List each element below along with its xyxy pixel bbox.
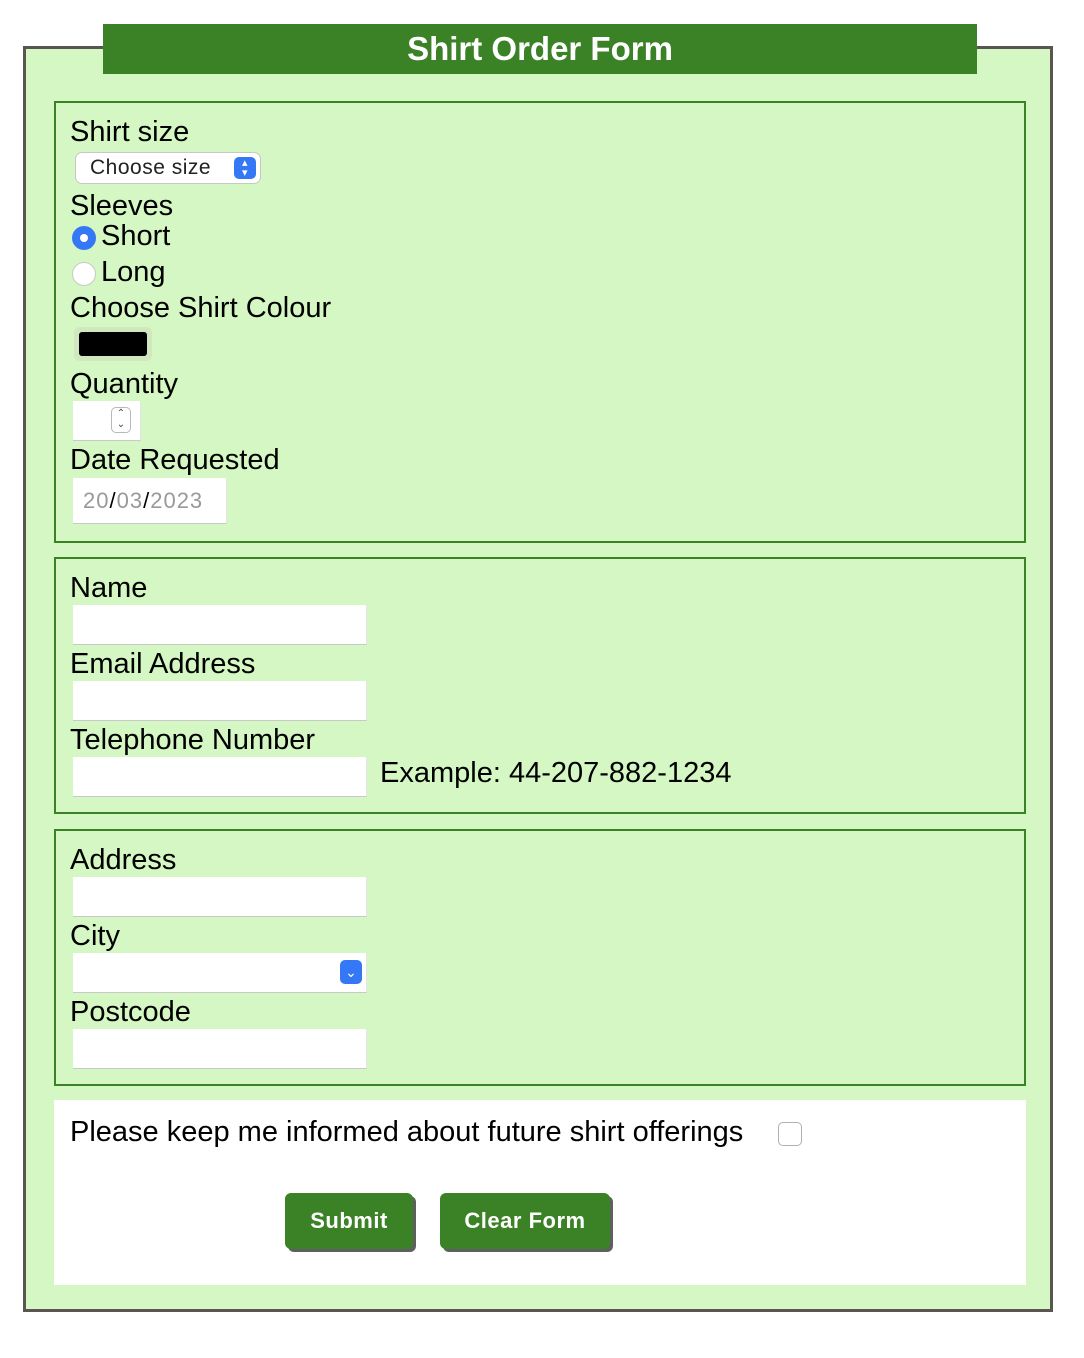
- sleeves-label: Sleeves: [70, 190, 174, 222]
- colour-picker[interactable]: [74, 327, 152, 361]
- newsletter-checkbox[interactable]: [778, 1122, 802, 1146]
- date-field[interactable]: 20/03/2023: [73, 478, 227, 524]
- sleeve-long-label: Long: [101, 256, 166, 288]
- email-field[interactable]: [73, 681, 367, 721]
- chevron-down-icon: ⌄: [340, 960, 362, 984]
- date-month[interactable]: 03: [117, 488, 143, 513]
- date-separator: /: [109, 488, 117, 513]
- postcode-label: Postcode: [70, 996, 191, 1028]
- name-label: Name: [70, 572, 148, 604]
- stepper-arrows-icon[interactable]: ⌃ ⌄: [111, 407, 131, 433]
- phone-label: Telephone Number: [70, 724, 316, 756]
- submit-button[interactable]: Submit: [285, 1193, 413, 1249]
- colour-label: Choose Shirt Colour: [70, 292, 332, 324]
- quantity-label: Quantity: [70, 368, 178, 400]
- quantity-stepper[interactable]: ⌃ ⌄: [73, 401, 141, 441]
- phone-field[interactable]: [73, 757, 367, 797]
- city-label: City: [70, 920, 120, 952]
- select-arrows-icon: ▴ ▾: [234, 157, 256, 179]
- address-field[interactable]: [73, 877, 367, 917]
- sleeve-short-radio[interactable]: [72, 226, 96, 250]
- phone-example-hint: Example: 44-207-882-1234: [380, 757, 732, 789]
- newsletter-label: Please keep me informed about future shi…: [70, 1116, 744, 1148]
- sleeve-short-label: Short: [101, 220, 171, 252]
- city-select[interactable]: ⌄: [73, 953, 367, 993]
- postcode-field[interactable]: [73, 1029, 367, 1069]
- shirt-size-select[interactable]: Choose size ▴ ▾: [75, 152, 261, 184]
- sleeve-long-radio[interactable]: [72, 262, 96, 286]
- date-label: Date Requested: [70, 444, 280, 476]
- colour-swatch: [79, 332, 147, 356]
- clear-form-button[interactable]: Clear Form: [440, 1193, 610, 1249]
- shirt-size-label: Shirt size: [70, 116, 190, 148]
- form-title: Shirt Order Form: [103, 24, 977, 74]
- date-day[interactable]: 20: [83, 488, 109, 513]
- shirt-size-value: Choose size: [90, 156, 212, 179]
- date-year[interactable]: 2023: [150, 488, 203, 513]
- name-field[interactable]: [73, 605, 367, 645]
- address-label: Address: [70, 844, 177, 876]
- email-label: Email Address: [70, 648, 256, 680]
